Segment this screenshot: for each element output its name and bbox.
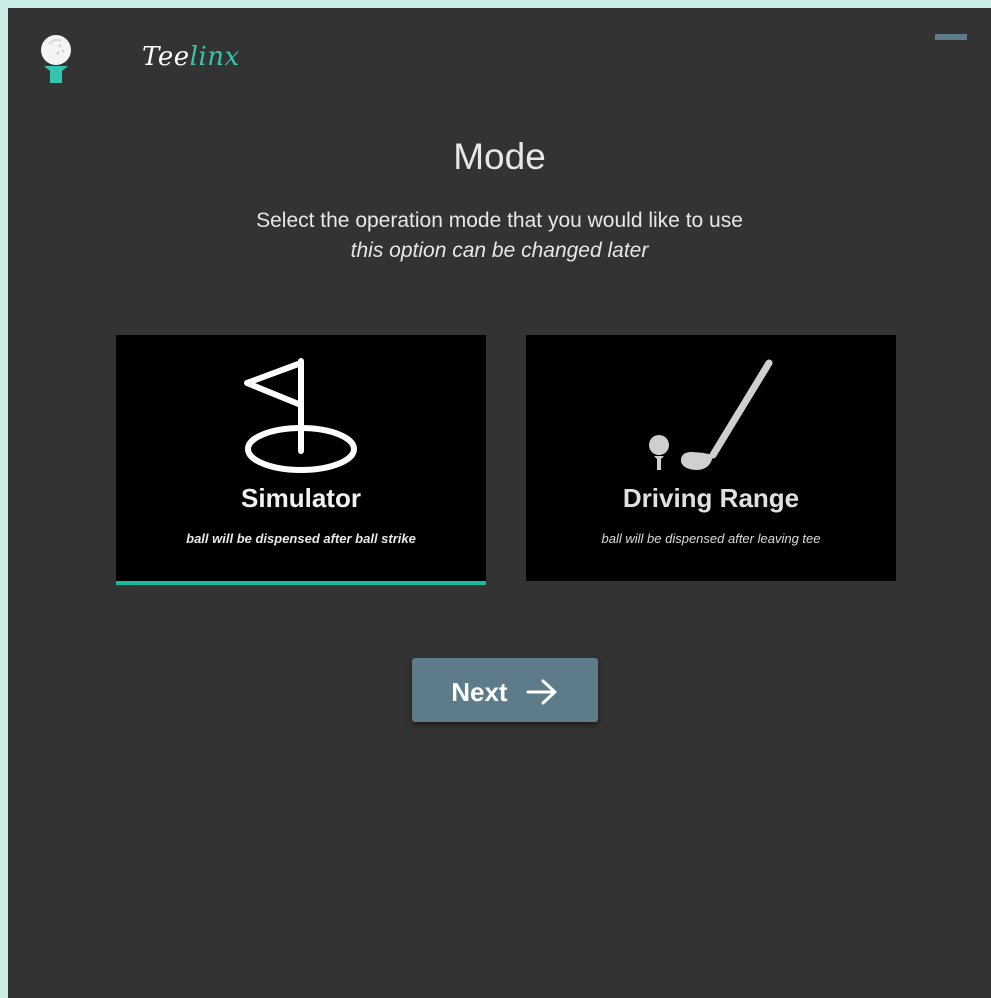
page-subtitle: Select the operation mode that you would…: [8, 206, 991, 266]
minimize-button[interactable]: [935, 34, 967, 54]
mode-label: Driving Range: [622, 483, 800, 513]
mode-description: ball will be dispensed after leaving tee: [601, 531, 821, 546]
golf-club-ball-icon: [526, 335, 896, 485]
next-button[interactable]: Next: [412, 658, 598, 722]
flag-hole-icon: [116, 335, 486, 485]
brand-prefix: Tee: [142, 42, 190, 72]
mode-description: ball will be dispensed after ball strike: [186, 531, 416, 546]
golf-ball-on-tee-icon: [38, 34, 78, 84]
minimize-icon: [935, 34, 967, 40]
arrow-right-icon: [526, 679, 557, 705]
subtitle-note: this option can be changed later: [350, 239, 649, 262]
mode-card-simulator[interactable]: Simulator ball will be dispensed after b…: [116, 335, 486, 581]
selected-indicator: [116, 581, 486, 585]
mode-label: Simulator: [241, 483, 361, 513]
page-title: Mode: [453, 136, 546, 177]
app-window: Teelinx Mode Select the operation mode t…: [8, 8, 991, 998]
brand-suffix: linx: [189, 42, 240, 72]
mode-card-driving-range[interactable]: Driving Range ball will be dispensed aft…: [526, 335, 896, 581]
brand-logo: Teelinx: [142, 42, 240, 72]
next-button-label: Next: [451, 677, 508, 708]
subtitle-text: Select the operation mode that you would…: [256, 209, 743, 232]
